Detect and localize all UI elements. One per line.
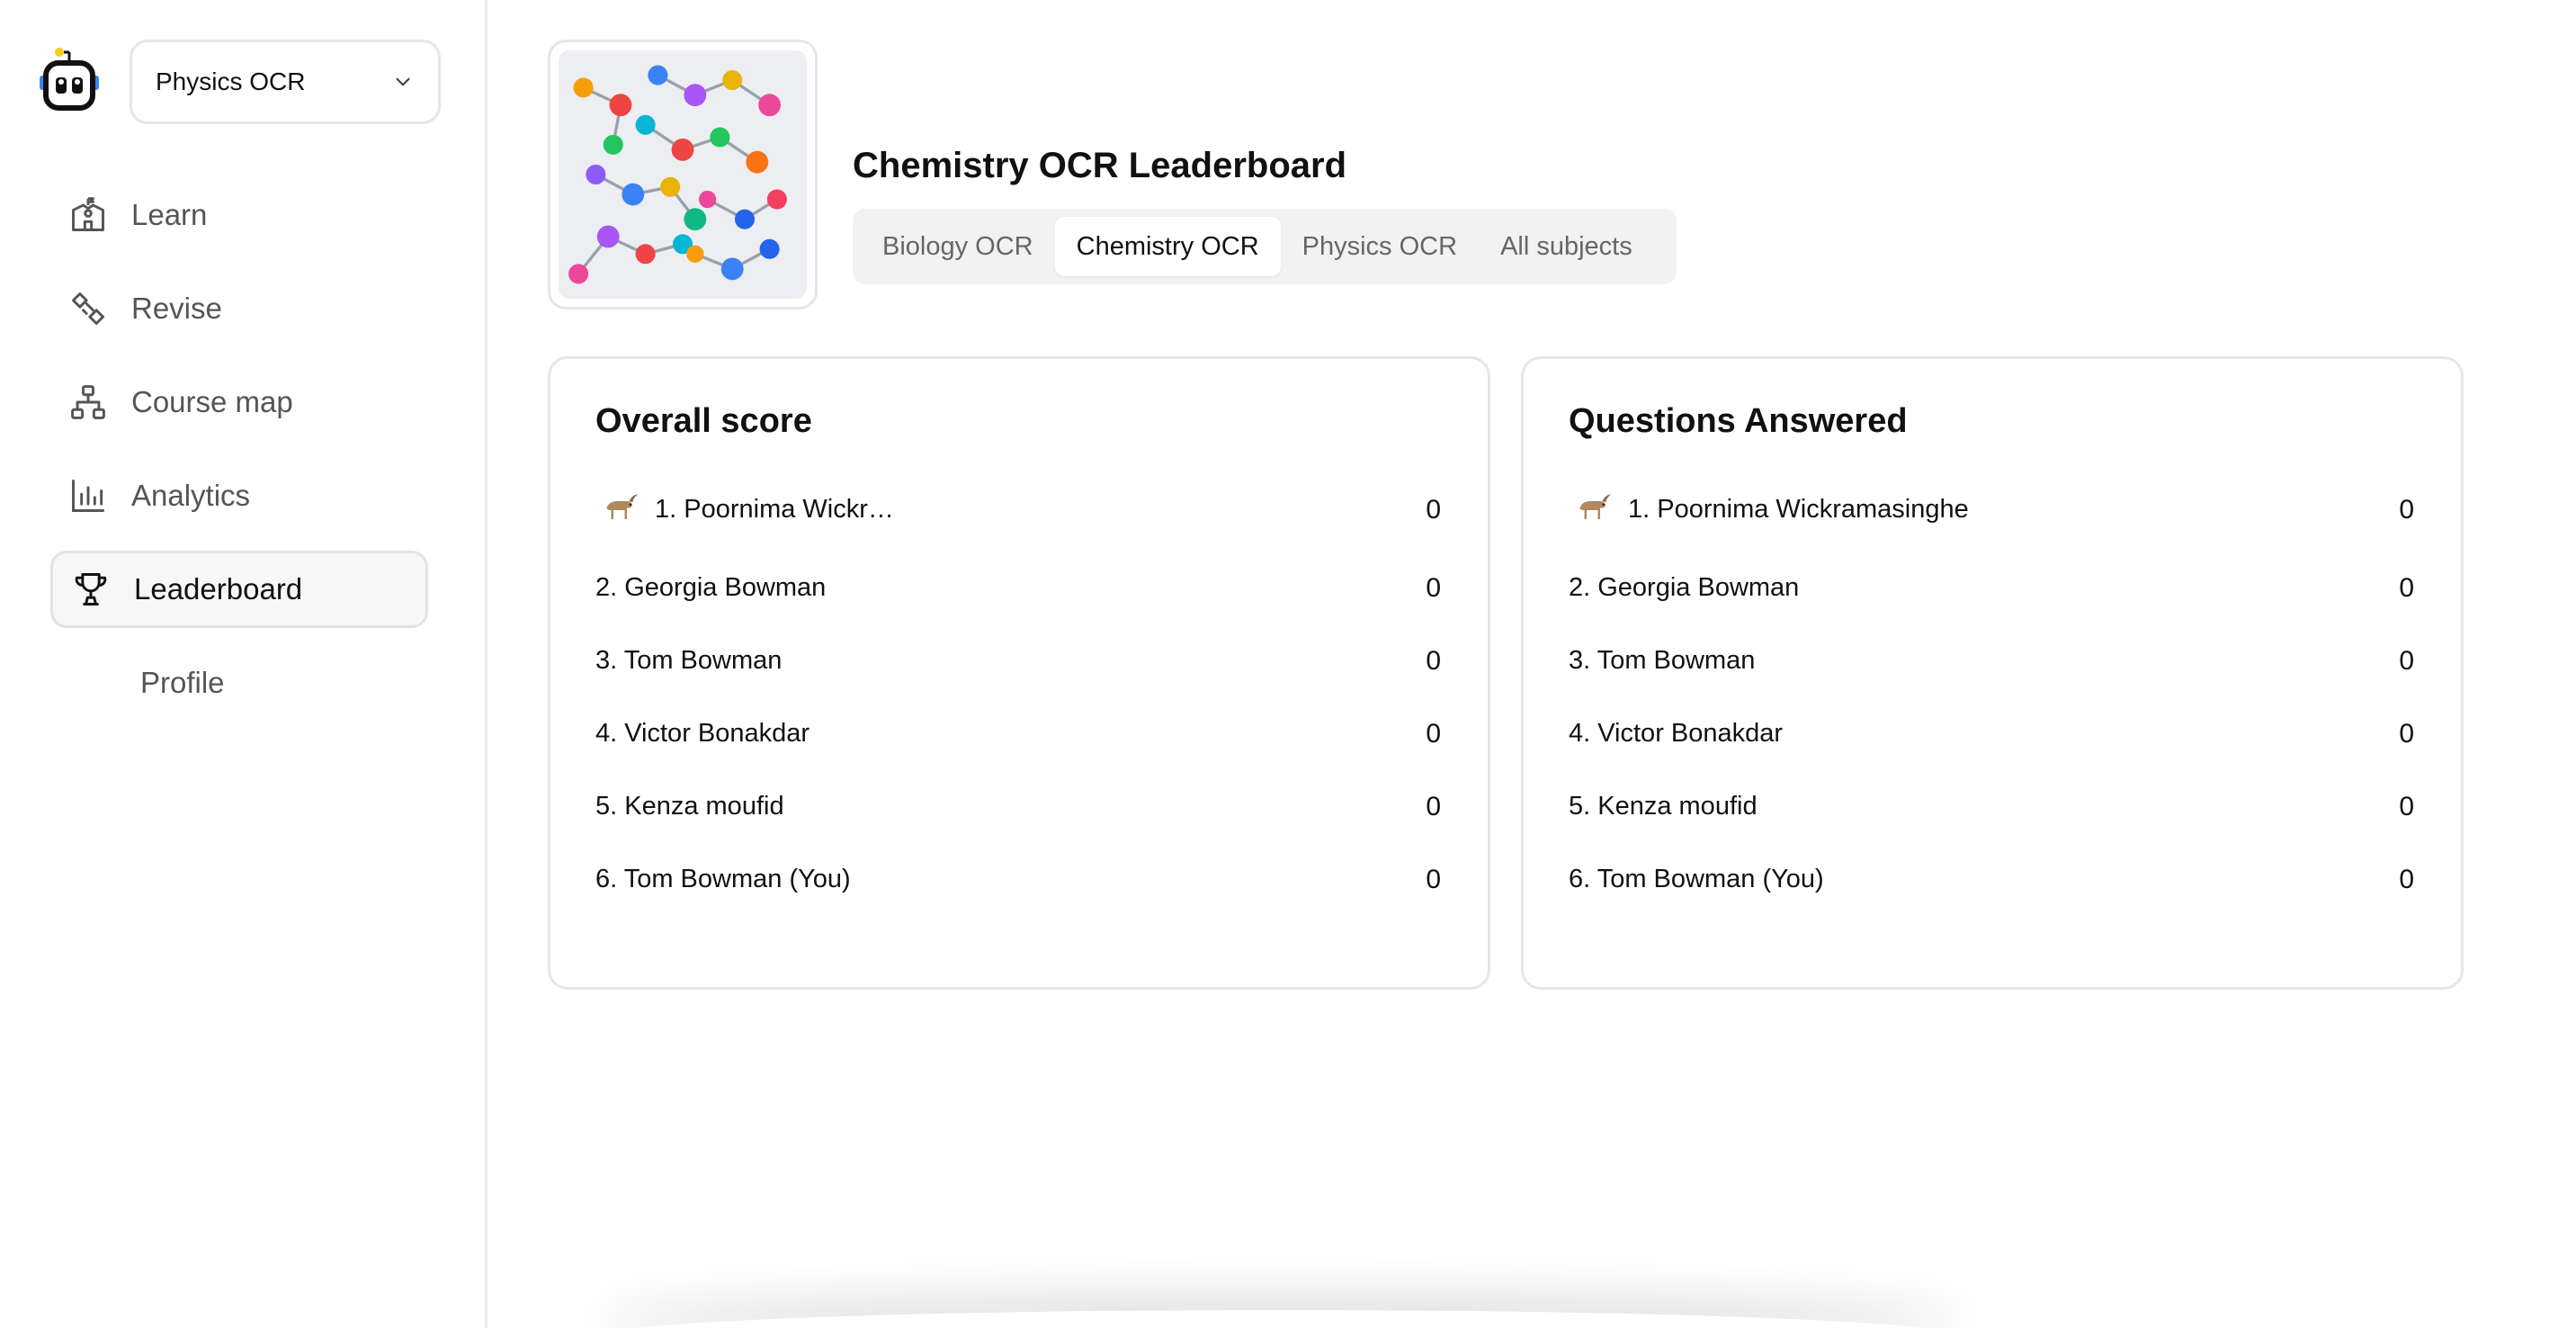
- player-name: 5. Kenza moufid: [1569, 792, 1758, 821]
- leaderboard-row: 5. Kenza moufid 0: [595, 770, 1443, 843]
- sidebar-item-label: Learn: [131, 198, 208, 231]
- overall-score-card: Overall score 1. Poornima Wickra... 0 2.…: [548, 356, 1490, 990]
- player-score: 0: [2399, 572, 2414, 603]
- subject-tabs: Biology OCR Chemistry OCR Physics OCR Al…: [853, 209, 1677, 284]
- course-map-icon: [71, 385, 105, 419]
- leaderboard-row: 1. Poornima Wickramasinghe 0: [1569, 468, 2416, 552]
- player-score: 0: [1426, 718, 1441, 749]
- subject-select[interactable]: Physics OCR: [130, 40, 441, 124]
- sidebar-item-leaderboard[interactable]: Leaderboard: [50, 551, 428, 628]
- leaderboard-row: 2. Georgia Bowman 0: [1569, 552, 2416, 624]
- player-score: 0: [1426, 572, 1441, 603]
- leaderboard-row: 4. Victor Bonakdar 0: [595, 697, 1443, 770]
- questions-answered-card: Questions Answered 1. Poornima Wickramas…: [1521, 356, 2464, 990]
- player-score: 0: [2399, 864, 2414, 894]
- sidebar-item-label: Revise: [131, 292, 222, 325]
- sidebar-item-learn[interactable]: Learn: [50, 176, 428, 254]
- leaderboard-row: 6. Tom Bowman (You) 0: [1569, 843, 2416, 916]
- sidebar-item-label: Profile: [140, 666, 225, 699]
- sidebar-item-label: Course map: [131, 385, 293, 418]
- player-name: 4. Victor Bonakdar: [1569, 719, 1784, 748]
- goat-icon: [606, 494, 639, 519]
- trophy-icon: [75, 573, 107, 606]
- sidebar: Physics OCR Learn Revise Course map Anal…: [0, 0, 487, 1328]
- player-name: 4. Victor Bonakdar: [595, 719, 810, 748]
- player-score: 0: [1426, 645, 1441, 676]
- leaderboard-row: 3. Tom Bowman 0: [1569, 624, 2416, 697]
- sidebar-item-profile[interactable]: Profile: [50, 644, 428, 722]
- player-name: 5. Kenza moufid: [595, 792, 784, 821]
- app-root: Physics OCR Learn Revise Course map Anal…: [0, 0, 2576, 1328]
- app-logo-icon[interactable]: [38, 45, 101, 113]
- page-title: Chemistry OCR Leaderboard: [853, 146, 1347, 185]
- revise-icon: [72, 292, 104, 325]
- leaderboard-row: 5. Kenza moufid 0: [1569, 770, 2416, 843]
- player-name: 1. Poornima Wickramasinghe: [1628, 495, 1969, 524]
- tab-chemistry-ocr[interactable]: Chemistry OCR: [1054, 217, 1281, 276]
- player-name: 2. Georgia Bowman: [1569, 573, 1800, 602]
- sidebar-item-label: Analytics: [131, 479, 251, 512]
- player-score: 0: [2399, 791, 2414, 821]
- goat-icon: [1579, 494, 1612, 519]
- bar-chart-icon: [72, 480, 104, 512]
- player-name: 3. Tom Bowman: [595, 646, 783, 675]
- player-name: 3. Tom Bowman: [1569, 646, 1756, 675]
- player-score: 0: [1426, 791, 1441, 821]
- subject-select-value: Physics OCR: [156, 67, 306, 95]
- school-building-icon: [72, 197, 104, 231]
- tab-all-subjects[interactable]: All subjects: [1479, 217, 1654, 276]
- tab-biology-ocr[interactable]: Biology OCR: [861, 217, 1055, 276]
- sidebar-item-revise[interactable]: Revise: [50, 270, 428, 347]
- molecule-illustration: [559, 50, 807, 299]
- chevron-down-icon: [396, 77, 410, 86]
- main-content: Chemistry OCR Leaderboard Biology OCR Ch…: [490, 0, 2576, 1328]
- leaderboard-row: 3. Tom Bowman 0: [595, 624, 1443, 697]
- subject-cover-image: [548, 40, 818, 310]
- leaderboard-row: 1. Poornima Wickra... 0: [595, 468, 1443, 552]
- player-name: 2. Georgia Bowman: [595, 573, 827, 602]
- player-name: 6. Tom Bowman (You): [1569, 865, 1824, 893]
- leaderboard-row: 6. Tom Bowman (You) 0: [595, 843, 1443, 916]
- card-title: Questions Answered: [1569, 402, 1908, 440]
- leaderboard-row: 4. Victor Bonakdar 0: [1569, 697, 2416, 770]
- card-title: Overall score: [595, 402, 812, 440]
- sidebar-item-analytics[interactable]: Analytics: [50, 457, 428, 534]
- player-score: 0: [1426, 864, 1441, 894]
- molecules-icon: [559, 50, 807, 299]
- player-score: 0: [2399, 494, 2414, 525]
- player-score: 0: [2399, 645, 2414, 676]
- player-score: 0: [2399, 718, 2414, 749]
- sidebar-item-label: Leaderboard: [134, 572, 303, 606]
- sidebar-item-course-map[interactable]: Course map: [50, 363, 428, 441]
- player-name: 1. Poornima Wickra...: [655, 495, 898, 524]
- sidebar-nav: Learn Revise Course map Analytics Leader…: [50, 176, 428, 738]
- leaderboard-row: 2. Georgia Bowman 0: [595, 552, 1443, 624]
- player-score: 0: [1426, 494, 1441, 525]
- bottom-panel-shadow: [598, 1310, 1964, 1328]
- player-name: 6. Tom Bowman (You): [595, 865, 851, 893]
- tab-physics-ocr[interactable]: Physics OCR: [1281, 217, 1479, 276]
